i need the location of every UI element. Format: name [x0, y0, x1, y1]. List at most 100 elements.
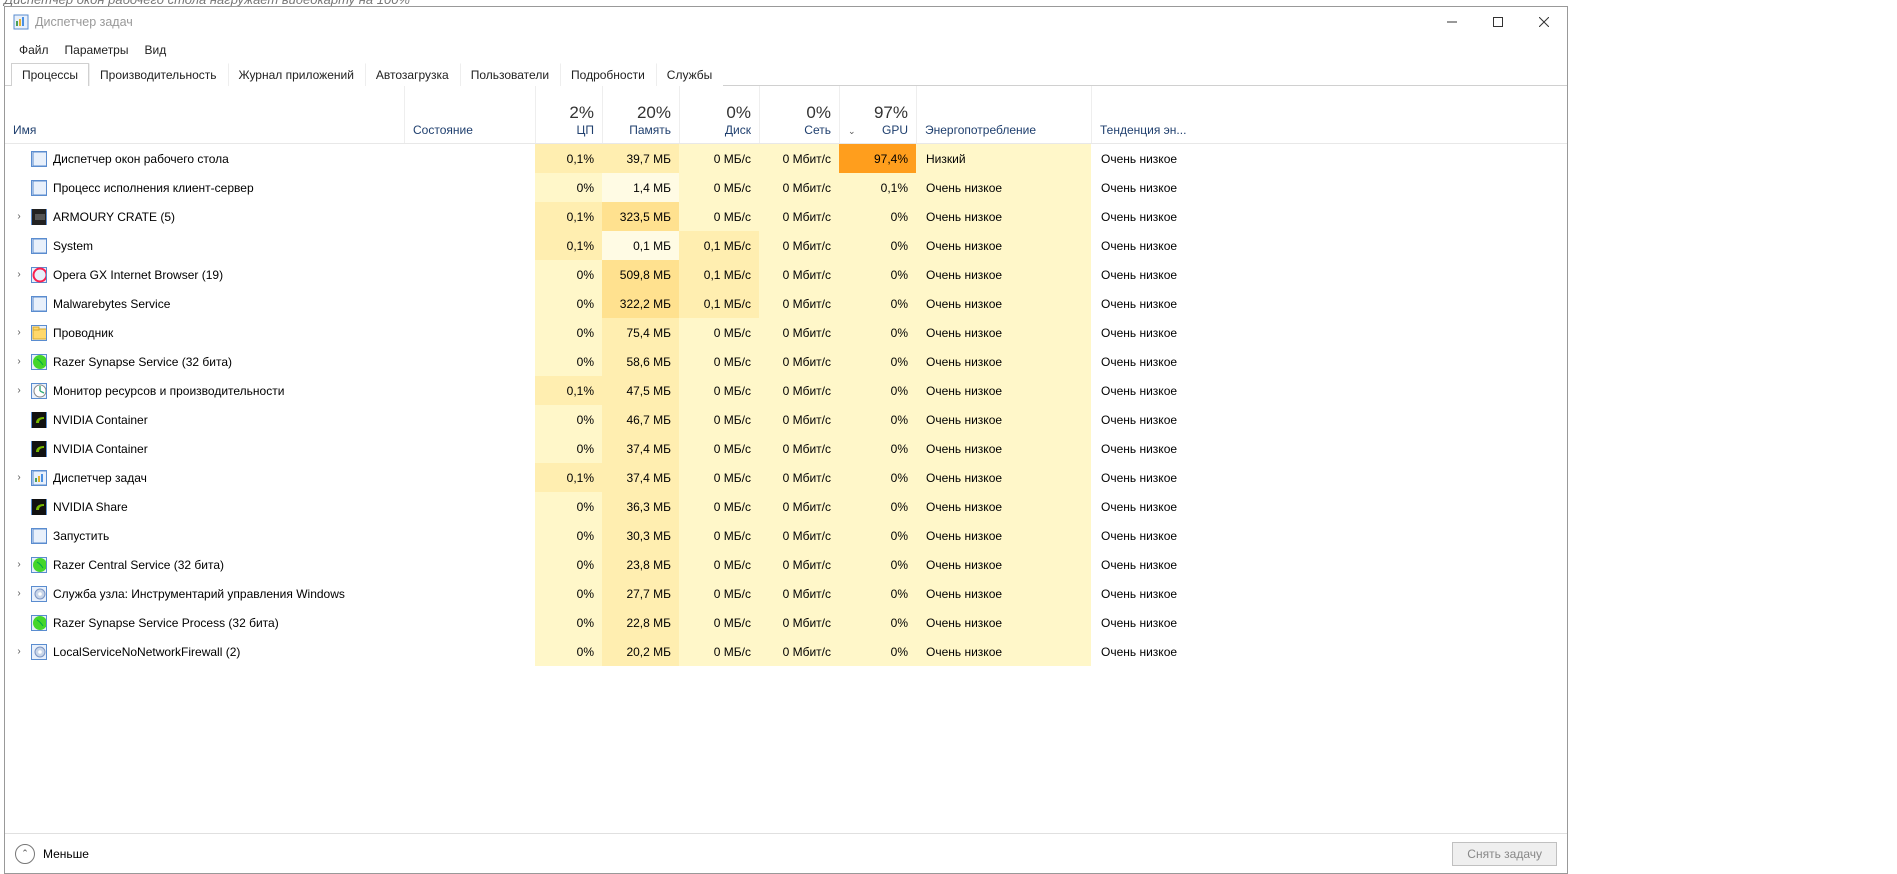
memory-cell: 30,3 МБ — [602, 521, 679, 550]
network-cell: 0 Мбит/с — [759, 173, 839, 202]
network-cell: 0 Мбит/с — [759, 608, 839, 637]
tab-startup[interactable]: Автозагрузка — [365, 63, 460, 86]
gpu-cell: 0% — [839, 637, 916, 666]
power-cell: Очень низкое — [916, 463, 1091, 492]
expand-icon[interactable]: › — [13, 588, 25, 599]
power-trend-cell: Очень низкое — [1091, 260, 1567, 289]
fewer-details-label[interactable]: Меньше — [43, 847, 89, 861]
process-name: Запустить — [53, 529, 109, 543]
process-icon — [31, 441, 47, 457]
close-button[interactable] — [1521, 7, 1567, 37]
expand-icon[interactable]: › — [13, 327, 25, 338]
process-row[interactable]: Razer Synapse Service Process (32 бита)0… — [5, 608, 1567, 637]
expand-icon[interactable]: › — [13, 559, 25, 570]
cpu-cell: 0% — [535, 579, 602, 608]
process-row[interactable]: Процесс исполнения клиент-сервер0%1,4 МБ… — [5, 173, 1567, 202]
process-row[interactable]: ›Проводник0%75,4 МБ0 МБ/с0 Мбит/с0%Очень… — [5, 318, 1567, 347]
disk-cell: 0 МБ/с — [679, 550, 759, 579]
tab-services[interactable]: Службы — [656, 63, 723, 86]
process-icon — [31, 325, 47, 341]
power-cell: Очень низкое — [916, 289, 1091, 318]
power-trend-cell: Очень низкое — [1091, 173, 1567, 202]
process-row[interactable]: NVIDIA Container0%46,7 МБ0 МБ/с0 Мбит/с0… — [5, 405, 1567, 434]
disk-cell: 0 МБ/с — [679, 608, 759, 637]
process-name: Диспетчер задач — [53, 471, 147, 485]
disk-cell: 0 МБ/с — [679, 318, 759, 347]
process-row[interactable]: ›Служба узла: Инструментарий управления … — [5, 579, 1567, 608]
menu-view[interactable]: Вид — [136, 39, 174, 61]
collapse-icon[interactable]: ⌃ — [15, 844, 35, 864]
process-row[interactable]: ›Монитор ресурсов и производительности0,… — [5, 376, 1567, 405]
process-row[interactable]: NVIDIA Share0%36,3 МБ0 МБ/с0 Мбит/с0%Оче… — [5, 492, 1567, 521]
expand-icon[interactable]: › — [13, 646, 25, 657]
status-cell — [404, 202, 535, 231]
process-name: Opera GX Internet Browser (19) — [53, 268, 223, 282]
process-list[interactable]: Диспетчер окон рабочего стола0,1%39,7 МБ… — [5, 144, 1567, 833]
disk-cell: 0 МБ/с — [679, 521, 759, 550]
process-row[interactable]: ›Opera GX Internet Browser (19)0%509,8 М… — [5, 260, 1567, 289]
expand-icon[interactable]: › — [13, 385, 25, 396]
tab-app-history[interactable]: Журнал приложений — [228, 63, 365, 86]
process-name: Монитор ресурсов и производительности — [53, 384, 284, 398]
header-name[interactable]: Имя — [5, 86, 404, 143]
process-name: NVIDIA Container — [53, 442, 148, 456]
memory-cell: 22,8 МБ — [602, 608, 679, 637]
header-power-trend[interactable]: Тенденция эн... — [1091, 86, 1567, 143]
network-cell: 0 Мбит/с — [759, 347, 839, 376]
cpu-cell: 0% — [535, 318, 602, 347]
process-name: Malwarebytes Service — [53, 297, 170, 311]
tab-details[interactable]: Подробности — [560, 63, 656, 86]
gpu-cell: 97,4% — [839, 144, 916, 173]
process-row[interactable]: Malwarebytes Service0%322,2 МБ0,1 МБ/с0 … — [5, 289, 1567, 318]
process-row[interactable]: ›LocalServiceNoNetworkFirewall (2)0%20,2… — [5, 637, 1567, 666]
disk-cell: 0 МБ/с — [679, 173, 759, 202]
minimize-button[interactable] — [1429, 7, 1475, 37]
process-row[interactable]: ›Razer Synapse Service (32 бита)0%58,6 М… — [5, 347, 1567, 376]
menubar: Файл Параметры Вид — [5, 37, 1567, 63]
header-gpu[interactable]: ⌄97%GPU — [839, 86, 916, 143]
status-cell — [404, 608, 535, 637]
titlebar[interactable]: Диспетчер задач — [5, 7, 1567, 37]
status-cell — [404, 347, 535, 376]
menu-options[interactable]: Параметры — [57, 39, 137, 61]
process-row[interactable]: ›ARMOURY CRATE (5)0,1%323,5 МБ0 МБ/с0 Мб… — [5, 202, 1567, 231]
header-power[interactable]: Энергопотребление — [916, 86, 1091, 143]
process-name: Проводник — [53, 326, 113, 340]
gpu-cell: 0% — [839, 202, 916, 231]
menu-file[interactable]: Файл — [11, 39, 57, 61]
cpu-cell: 0% — [535, 260, 602, 289]
power-trend-cell: Очень низкое — [1091, 492, 1567, 521]
tab-users[interactable]: Пользователи — [460, 63, 560, 86]
maximize-button[interactable] — [1475, 7, 1521, 37]
header-network[interactable]: 0%Сеть — [759, 86, 839, 143]
tab-processes[interactable]: Процессы — [11, 63, 89, 86]
process-row[interactable]: ›Razer Central Service (32 бита)0%23,8 М… — [5, 550, 1567, 579]
expand-icon[interactable]: › — [13, 269, 25, 280]
header-disk[interactable]: 0%Диск — [679, 86, 759, 143]
disk-cell: 0 МБ/с — [679, 347, 759, 376]
task-manager-window: Диспетчер задач Файл Параметры Вид Проце… — [4, 6, 1568, 874]
process-row[interactable]: System0,1%0,1 МБ0,1 МБ/с0 Мбит/с0%Очень … — [5, 231, 1567, 260]
header-status[interactable]: Состояние — [404, 86, 535, 143]
gpu-cell: 0% — [839, 405, 916, 434]
process-row[interactable]: Диспетчер окон рабочего стола0,1%39,7 МБ… — [5, 144, 1567, 173]
end-task-button[interactable]: Снять задачу — [1452, 842, 1557, 866]
memory-cell: 75,4 МБ — [602, 318, 679, 347]
power-cell: Очень низкое — [916, 347, 1091, 376]
process-row[interactable]: ›Диспетчер задач0,1%37,4 МБ0 МБ/с0 Мбит/… — [5, 463, 1567, 492]
process-icon — [31, 470, 47, 486]
process-row[interactable]: NVIDIA Container0%37,4 МБ0 МБ/с0 Мбит/с0… — [5, 434, 1567, 463]
expand-icon[interactable]: › — [13, 472, 25, 483]
cpu-cell: 0,1% — [535, 202, 602, 231]
process-row[interactable]: Запустить0%30,3 МБ0 МБ/с0 Мбит/с0%Очень … — [5, 521, 1567, 550]
expand-icon[interactable]: › — [13, 211, 25, 222]
tab-performance[interactable]: Производительность — [89, 63, 227, 86]
header-cpu[interactable]: 2%ЦП — [535, 86, 602, 143]
gpu-cell: 0% — [839, 521, 916, 550]
process-name: Диспетчер окон рабочего стола — [53, 152, 229, 166]
header-memory[interactable]: 20%Память — [602, 86, 679, 143]
memory-cell: 1,4 МБ — [602, 173, 679, 202]
network-cell: 0 Мбит/с — [759, 434, 839, 463]
expand-icon[interactable]: › — [13, 356, 25, 367]
disk-cell: 0 МБ/с — [679, 579, 759, 608]
